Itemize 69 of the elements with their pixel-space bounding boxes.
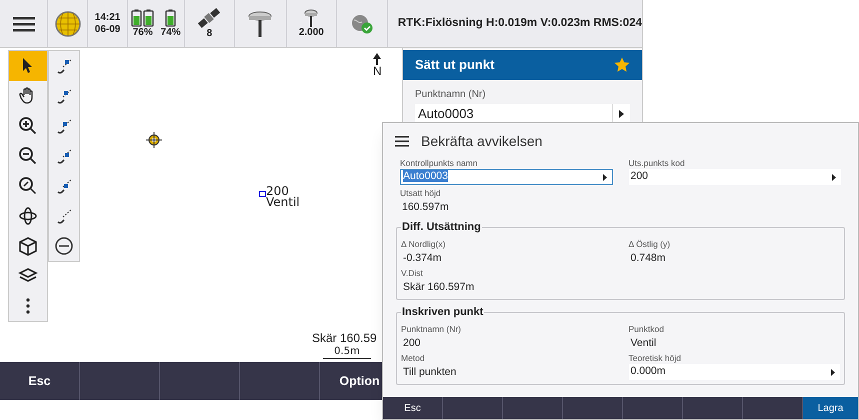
battery-button[interactable]: 76% 74% xyxy=(128,0,185,47)
point-name-label: 200 xyxy=(266,186,289,197)
field-label: Metod xyxy=(401,352,426,364)
triangle-right-icon xyxy=(832,174,836,180)
point-marker-icon xyxy=(259,191,266,197)
map-tool-button[interactable] xyxy=(9,51,47,81)
antenna-height-text: 2.000 xyxy=(298,26,324,38)
antenna-height-button[interactable]: 2.000 xyxy=(286,0,337,47)
triangle-right-icon xyxy=(602,174,606,180)
field-value: Till punkten xyxy=(402,365,458,380)
orbit-icon xyxy=(18,206,38,226)
rtk-status-text: RTK:Fixlösning H:0.019m V:0.023m RMS:024 xyxy=(396,16,642,31)
dialog-title: Bekräfta avvikelsen xyxy=(421,132,542,150)
cube-icon xyxy=(18,236,38,256)
satellite-count: 8 xyxy=(206,28,212,40)
field-value: -0.374m xyxy=(402,251,443,266)
group-title: Inskriven punkt xyxy=(401,305,484,319)
field-label: Δ Nordlig(x) xyxy=(401,238,446,250)
field-value: 0.748m xyxy=(630,251,667,266)
field-label: Punktnamn (Nr) xyxy=(415,88,487,102)
target-icon xyxy=(146,132,162,148)
battery-icon xyxy=(165,8,176,26)
point-name-field[interactable]: Auto0003 xyxy=(415,104,630,123)
gnss-receiver-icon xyxy=(304,8,318,26)
field-label: Teoretisk höjd xyxy=(628,352,682,364)
scale-bar: 0.5m xyxy=(323,346,371,359)
arrow-up-icon xyxy=(373,53,382,65)
zoom-extents-icon xyxy=(18,176,38,196)
point-code-label: Ventil xyxy=(266,197,300,208)
field-value: 200 xyxy=(402,336,422,351)
field-label: Uts.punkts kod xyxy=(628,157,686,169)
satellite-button[interactable]: 8 xyxy=(184,0,235,47)
field-label: Utsatt höjd xyxy=(400,187,442,199)
battery-percent: 74% xyxy=(160,26,181,38)
field-label: Kontrollpunkts namn xyxy=(400,157,478,169)
input-field[interactable]: Auto0003 xyxy=(400,169,612,185)
zoom-out-icon xyxy=(18,146,38,166)
field-value: Ventil xyxy=(630,336,658,351)
menu-icon xyxy=(395,136,409,146)
softkey-button[interactable]: Lagra xyxy=(803,397,858,419)
gnss-receiver-icon xyxy=(248,10,272,38)
clock-button[interactable]: 14:21 06-09 xyxy=(88,0,128,47)
input-field[interactable]: 0.000m xyxy=(628,364,840,380)
time-text: 14:21 xyxy=(94,12,120,24)
panel-title: Sätt ut punkt xyxy=(415,56,494,74)
field-label: Punktkod xyxy=(628,323,665,335)
date-text: 06-09 xyxy=(94,24,120,36)
input-field[interactable]: 200 xyxy=(628,169,841,185)
globe-check-icon xyxy=(350,14,373,34)
more-icon xyxy=(26,298,30,314)
triangle-right-icon xyxy=(619,110,624,118)
group-title: Diff. Utsättning xyxy=(401,220,482,234)
softkey-button[interactable]: Esc xyxy=(0,362,80,400)
elevation-text: Skär 160.59 xyxy=(312,330,377,346)
softkey-button[interactable]: Esc xyxy=(383,397,443,419)
north-label: N xyxy=(373,65,382,77)
zoom-in-icon xyxy=(18,116,38,136)
field-label: V.Dist xyxy=(401,267,424,279)
globe-icon xyxy=(54,10,81,36)
field-value: 160.597m xyxy=(401,200,450,215)
triangle-right-icon xyxy=(831,368,835,376)
field-label: Punktnamn (Nr) xyxy=(401,323,462,335)
battery-icon xyxy=(131,8,154,26)
field-label: Δ Östlig (y) xyxy=(628,238,672,250)
menu-icon xyxy=(12,16,35,32)
minus-circle-icon xyxy=(54,236,74,256)
battery-percent: 76% xyxy=(132,26,153,38)
satellite-icon xyxy=(197,8,222,28)
field-value: Skär 160.597m xyxy=(402,280,476,295)
